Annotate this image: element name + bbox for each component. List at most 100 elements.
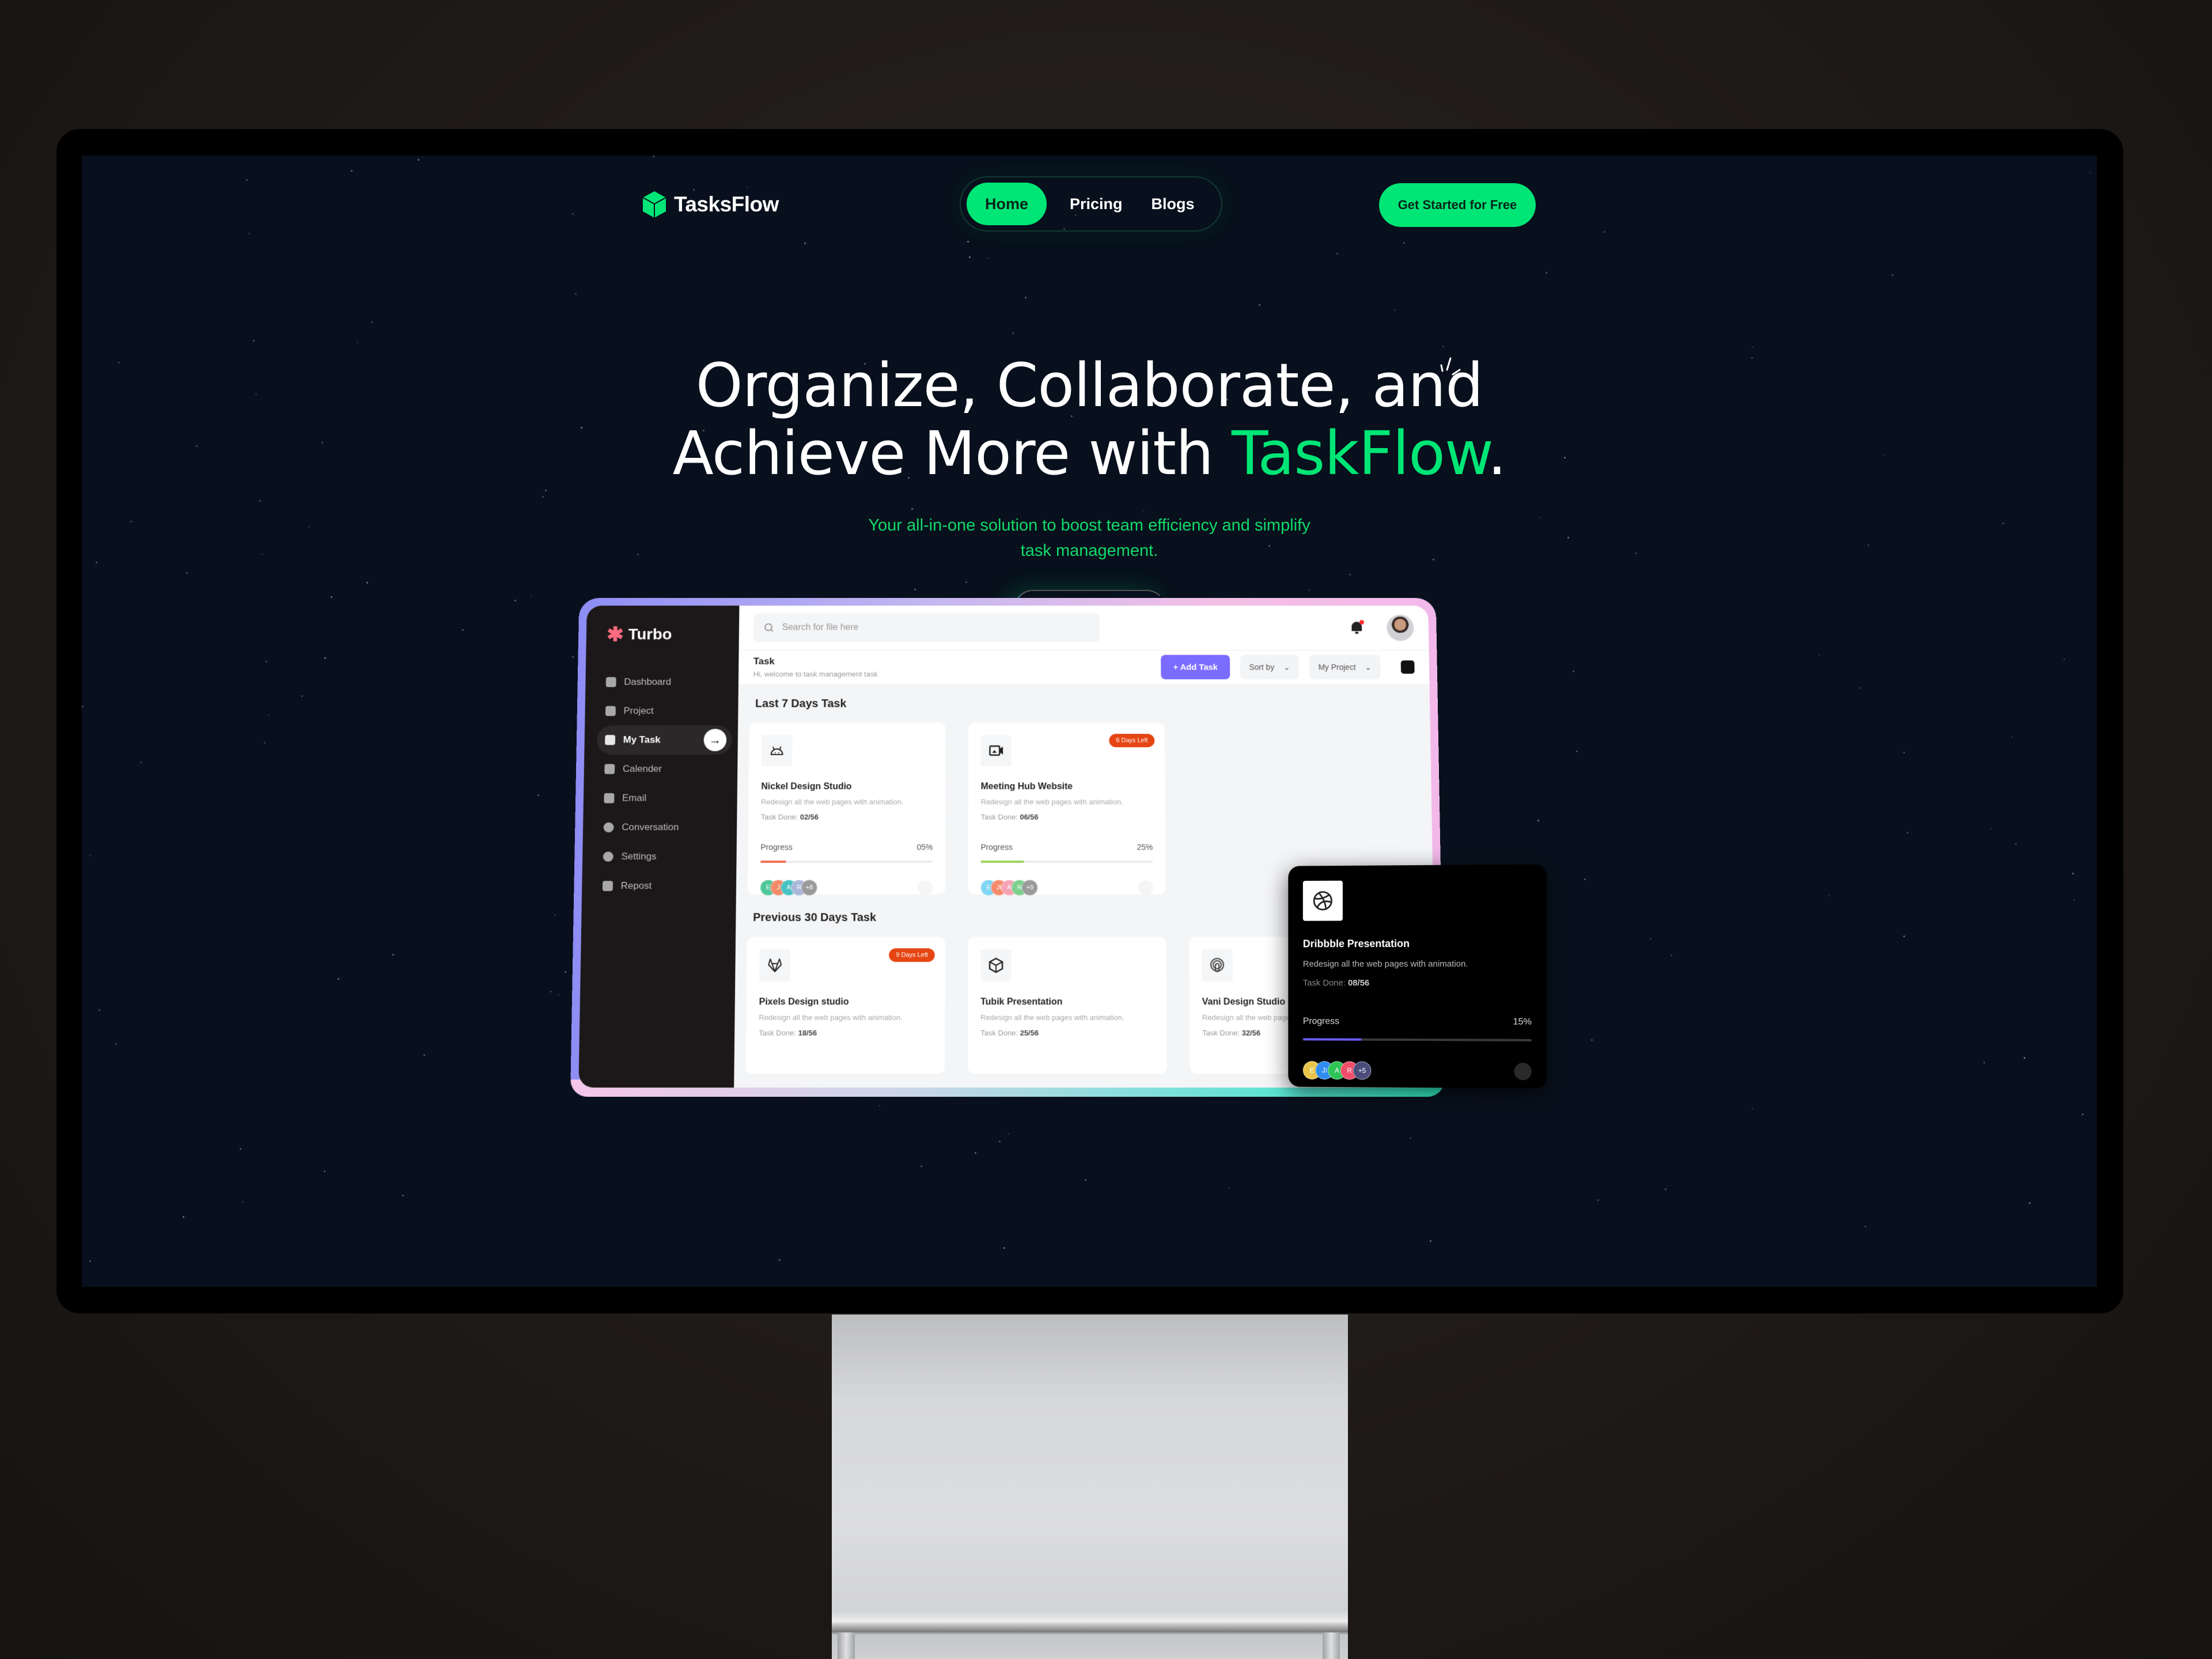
assignee-avatar[interactable]: +8 xyxy=(801,880,817,896)
star-dot xyxy=(323,1171,325,1172)
star-dot xyxy=(544,490,547,492)
assignee-avatar[interactable]: +9 xyxy=(1021,880,1038,896)
card-footer: E J A R +8 xyxy=(760,880,933,896)
task-name: Tubik Presentation xyxy=(980,997,1063,1007)
task-card[interactable]: 9 Days Left Pixels Design studio Redesign … xyxy=(745,937,945,1074)
sidebar-item-dashboard[interactable]: Dashboard xyxy=(598,668,726,696)
dribbble-icon xyxy=(1302,880,1343,921)
star-dot xyxy=(1336,253,1338,255)
star-dot xyxy=(1007,1132,1009,1135)
nav-get-started-button[interactable]: Get Started for Free xyxy=(1379,183,1536,227)
star-dot xyxy=(1084,1179,1086,1181)
sidebar-item-project[interactable]: Project xyxy=(597,696,726,725)
android-icon xyxy=(761,734,793,767)
star-dot xyxy=(967,240,969,243)
star-dot xyxy=(1903,752,1906,754)
options-icon[interactable] xyxy=(1138,880,1153,895)
page-title: Task xyxy=(753,656,775,667)
star-dot xyxy=(746,186,748,188)
podcast-icon xyxy=(1201,949,1233,982)
task-card[interactable]: Nickel Design Studio Redesign all the web… xyxy=(747,722,946,896)
star-dot xyxy=(1308,589,1310,592)
brand-name: TasksFlow xyxy=(674,192,779,216)
star-dot xyxy=(1546,272,1547,274)
progress-row: Progress 25% xyxy=(980,843,1153,852)
star-dot xyxy=(1752,1107,1754,1109)
task-done-value: 02/56 xyxy=(800,812,819,821)
days-left-badge: 6 Days Left xyxy=(1109,733,1155,748)
assignee-avatars: E JI A R +5 xyxy=(1302,1060,1372,1080)
star-dot xyxy=(366,582,368,584)
nav-blogs[interactable]: Blogs xyxy=(1146,195,1200,213)
sidebar-item-calendar[interactable]: Calender xyxy=(596,755,725,784)
task-name: Nickel Design Studio xyxy=(761,782,852,791)
arrow-right-icon[interactable]: → xyxy=(703,729,727,751)
star-dot xyxy=(248,233,251,235)
turbo-logo[interactable]: ✱ Turbo xyxy=(607,623,727,645)
options-icon[interactable] xyxy=(1514,1062,1532,1081)
hero-title: Organize, Collaborate, and Achieve More … xyxy=(82,351,2097,487)
star-dot xyxy=(82,705,84,707)
progress-row: Progress 05% xyxy=(760,843,933,852)
sidebar-item-email[interactable]: Email xyxy=(596,783,725,813)
cube-icon xyxy=(980,949,1012,982)
sidebar-item-settings[interactable]: Settings xyxy=(595,842,725,872)
task-card[interactable]: Tubik Presentation Redesign all the web p… xyxy=(968,937,1167,1074)
add-task-button[interactable]: + Add Task xyxy=(1161,655,1230,680)
project-filter-dropdown[interactable]: My Project ⌄ xyxy=(1309,655,1381,680)
star-dot xyxy=(999,1140,1001,1142)
task-name: Pixels Design studio xyxy=(759,997,849,1007)
star-dot xyxy=(301,695,303,697)
star-dot xyxy=(974,1152,976,1154)
sidebar-item-repost[interactable]: Repost xyxy=(594,872,724,901)
star-dot xyxy=(571,213,574,215)
assignee-avatar[interactable]: +5 xyxy=(1353,1061,1372,1080)
star-dot xyxy=(462,628,464,631)
star-dot xyxy=(911,508,913,510)
star-dot xyxy=(1394,309,1396,311)
options-icon[interactable] xyxy=(918,880,933,895)
sort-by-dropdown[interactable]: Sort by ⌄ xyxy=(1240,655,1300,680)
task-name: Dribbble Presentation xyxy=(1302,938,1410,950)
nav-pricing[interactable]: Pricing xyxy=(1064,195,1128,213)
progress-label: Progress xyxy=(1302,1016,1339,1027)
star-dot xyxy=(878,1105,881,1107)
bar-chart-icon[interactable] xyxy=(1400,660,1415,674)
main-nav: Home Pricing Blogs xyxy=(960,176,1222,232)
progress-bar xyxy=(1302,1038,1532,1041)
notification-bell-icon[interactable] xyxy=(1349,620,1364,635)
star-dot xyxy=(804,243,806,245)
file-search-input[interactable]: Search for file here xyxy=(753,613,1100,642)
section-title-last-7-days: Last 7 Days Task xyxy=(755,698,847,710)
task-done-label: Task Done: xyxy=(980,812,1020,821)
task-description: Redesign all the web pages with animatio… xyxy=(980,797,1123,806)
star-dot xyxy=(1012,332,1014,334)
star-dot xyxy=(356,341,358,343)
user-avatar[interactable] xyxy=(1386,614,1414,641)
star-dot xyxy=(1903,935,1905,938)
task-header: Task Hi, welcome to task management task… xyxy=(738,650,1430,684)
star-dot xyxy=(1403,242,1406,244)
notification-dot xyxy=(1359,620,1364,624)
star-dot xyxy=(779,1259,781,1261)
days-left-badge: 9 Days Left xyxy=(889,948,935,962)
star-dot xyxy=(531,596,533,598)
brand-logo[interactable]: TasksFlow xyxy=(642,190,779,219)
task-card[interactable]: 6 Days Left Meeting Hub Website Redesign a… xyxy=(968,722,1166,896)
star-dot xyxy=(2073,899,2075,902)
star-dot xyxy=(392,953,394,956)
star-dot xyxy=(652,156,654,158)
sidebar-item-conversation[interactable]: Conversation xyxy=(595,813,724,842)
sidebar-label: Repost xyxy=(620,880,652,891)
task-done-value: 32/56 xyxy=(1241,1028,1261,1037)
featured-task-card[interactable]: Dribbble Presentation Redesign all the we… xyxy=(1288,864,1547,1089)
video-icon xyxy=(980,734,1012,767)
star-dot xyxy=(1575,751,1578,753)
task-done: Task Done: 25/56 xyxy=(980,1029,1154,1037)
task-description: Redesign all the web pages with animatio… xyxy=(759,1013,903,1022)
sidebar-item-my-task[interactable]: My Task → xyxy=(597,725,733,755)
star-dot xyxy=(99,1009,101,1012)
sidebar-label: My Task xyxy=(623,734,661,745)
nav-home[interactable]: Home xyxy=(967,183,1047,225)
task-done-label: Task Done: xyxy=(759,1028,798,1037)
